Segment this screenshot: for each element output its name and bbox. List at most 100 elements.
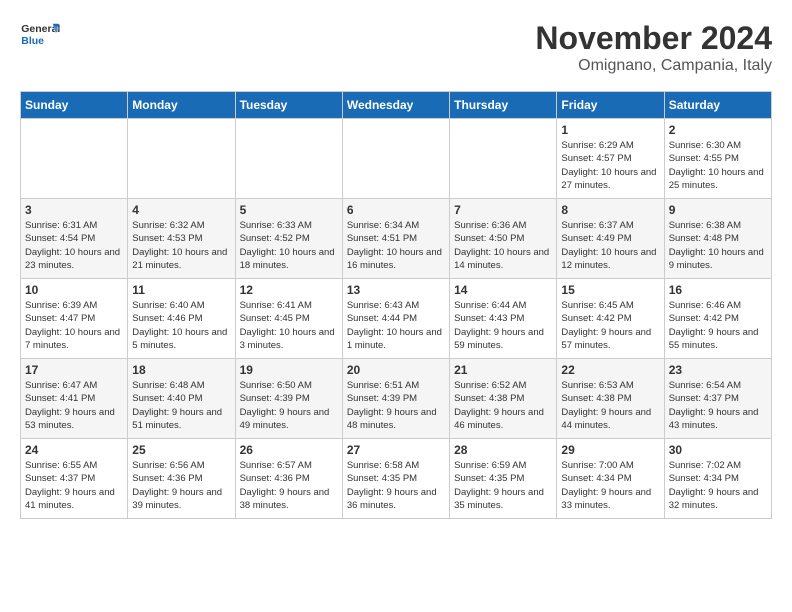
day-number: 1	[561, 123, 659, 137]
day-number: 20	[347, 363, 445, 377]
day-info: Sunrise: 6:41 AM Sunset: 4:45 PM Dayligh…	[240, 299, 338, 352]
day-number: 30	[669, 443, 767, 457]
day-header-friday: Friday	[557, 92, 664, 119]
calendar-week-row: 17 Sunrise: 6:47 AM Sunset: 4:41 PM Dayli…	[21, 359, 772, 439]
calendar-week-row: 10 Sunrise: 6:39 AM Sunset: 4:47 PM Dayli…	[21, 279, 772, 359]
page-header: General Blue November 2024 Omignano, Cam…	[20, 20, 772, 75]
day-info: Sunrise: 6:44 AM Sunset: 4:43 PM Dayligh…	[454, 299, 552, 352]
calendar-cell: 21 Sunrise: 6:52 AM Sunset: 4:38 PM Dayli…	[450, 359, 557, 439]
day-number: 23	[669, 363, 767, 377]
title-area: November 2024 Omignano, Campania, Italy	[535, 20, 772, 75]
day-info: Sunrise: 6:57 AM Sunset: 4:36 PM Dayligh…	[240, 459, 338, 512]
calendar-cell: 24 Sunrise: 6:55 AM Sunset: 4:37 PM Dayli…	[21, 439, 128, 519]
day-info: Sunrise: 6:58 AM Sunset: 4:35 PM Dayligh…	[347, 459, 445, 512]
calendar-cell: 14 Sunrise: 6:44 AM Sunset: 4:43 PM Dayli…	[450, 279, 557, 359]
day-info: Sunrise: 6:59 AM Sunset: 4:35 PM Dayligh…	[454, 459, 552, 512]
day-info: Sunrise: 6:38 AM Sunset: 4:48 PM Dayligh…	[669, 219, 767, 272]
day-info: Sunrise: 6:31 AM Sunset: 4:54 PM Dayligh…	[25, 219, 123, 272]
calendar-cell: 4 Sunrise: 6:32 AM Sunset: 4:53 PM Daylig…	[128, 199, 235, 279]
day-info: Sunrise: 6:48 AM Sunset: 4:40 PM Dayligh…	[132, 379, 230, 432]
day-info: Sunrise: 7:02 AM Sunset: 4:34 PM Dayligh…	[669, 459, 767, 512]
day-info: Sunrise: 6:46 AM Sunset: 4:42 PM Dayligh…	[669, 299, 767, 352]
day-info: Sunrise: 6:55 AM Sunset: 4:37 PM Dayligh…	[25, 459, 123, 512]
day-number: 29	[561, 443, 659, 457]
day-info: Sunrise: 6:36 AM Sunset: 4:50 PM Dayligh…	[454, 219, 552, 272]
day-number: 26	[240, 443, 338, 457]
calendar-cell: 5Sunrise: 6:33 AM Sunset: 4:52 PM Daylig…	[235, 199, 342, 279]
calendar-cell: 29Sunrise: 7:00 AM Sunset: 4:34 PM Dayli…	[557, 439, 664, 519]
calendar-cell: 6 Sunrise: 6:34 AM Sunset: 4:51 PM Daylig…	[342, 199, 449, 279]
day-number: 21	[454, 363, 552, 377]
day-number: 2	[669, 123, 767, 137]
calendar-week-row: 24 Sunrise: 6:55 AM Sunset: 4:37 PM Dayli…	[21, 439, 772, 519]
day-info: Sunrise: 6:51 AM Sunset: 4:39 PM Dayligh…	[347, 379, 445, 432]
day-number: 24	[25, 443, 123, 457]
calendar-cell: 23 Sunrise: 6:54 AM Sunset: 4:37 PM Dayli…	[664, 359, 771, 439]
calendar-cell: 26 Sunrise: 6:57 AM Sunset: 4:36 PM Dayli…	[235, 439, 342, 519]
calendar-cell: 1Sunrise: 6:29 AM Sunset: 4:57 PM Daylig…	[557, 119, 664, 199]
calendar-cell: 27 Sunrise: 6:58 AM Sunset: 4:35 PM Dayli…	[342, 439, 449, 519]
day-number: 17	[25, 363, 123, 377]
day-number: 7	[454, 203, 552, 217]
calendar-cell: 3 Sunrise: 6:31 AM Sunset: 4:54 PM Daylig…	[21, 199, 128, 279]
day-info: Sunrise: 6:43 AM Sunset: 4:44 PM Dayligh…	[347, 299, 445, 352]
logo: General Blue	[20, 20, 60, 50]
calendar-cell: 10 Sunrise: 6:39 AM Sunset: 4:47 PM Dayli…	[21, 279, 128, 359]
location-subtitle: Omignano, Campania, Italy	[535, 57, 772, 75]
calendar-cell: 9 Sunrise: 6:38 AM Sunset: 4:48 PM Daylig…	[664, 199, 771, 279]
day-info: Sunrise: 6:47 AM Sunset: 4:41 PM Dayligh…	[25, 379, 123, 432]
calendar-week-row: 3 Sunrise: 6:31 AM Sunset: 4:54 PM Daylig…	[21, 199, 772, 279]
day-header-sunday: Sunday	[21, 92, 128, 119]
day-number: 13	[347, 283, 445, 297]
day-number: 18	[132, 363, 230, 377]
day-number: 10	[25, 283, 123, 297]
calendar-body: 1Sunrise: 6:29 AM Sunset: 4:57 PM Daylig…	[21, 119, 772, 519]
day-number: 6	[347, 203, 445, 217]
calendar-cell: 7 Sunrise: 6:36 AM Sunset: 4:50 PM Daylig…	[450, 199, 557, 279]
calendar-week-row: 1Sunrise: 6:29 AM Sunset: 4:57 PM Daylig…	[21, 119, 772, 199]
day-info: Sunrise: 6:54 AM Sunset: 4:37 PM Dayligh…	[669, 379, 767, 432]
calendar-cell: 22 Sunrise: 6:53 AM Sunset: 4:38 PM Dayli…	[557, 359, 664, 439]
day-number: 9	[669, 203, 767, 217]
day-number: 14	[454, 283, 552, 297]
calendar-cell	[128, 119, 235, 199]
day-info: Sunrise: 6:53 AM Sunset: 4:38 PM Dayligh…	[561, 379, 659, 432]
day-number: 3	[25, 203, 123, 217]
day-info: Sunrise: 6:39 AM Sunset: 4:47 PM Dayligh…	[25, 299, 123, 352]
day-info: Sunrise: 6:52 AM Sunset: 4:38 PM Dayligh…	[454, 379, 552, 432]
day-header-thursday: Thursday	[450, 92, 557, 119]
day-number: 11	[132, 283, 230, 297]
calendar-cell: 28 Sunrise: 6:59 AM Sunset: 4:35 PM Dayli…	[450, 439, 557, 519]
day-number: 15	[561, 283, 659, 297]
day-number: 27	[347, 443, 445, 457]
day-info: Sunrise: 6:56 AM Sunset: 4:36 PM Dayligh…	[132, 459, 230, 512]
calendar-cell	[21, 119, 128, 199]
day-info: Sunrise: 6:50 AM Sunset: 4:39 PM Dayligh…	[240, 379, 338, 432]
day-header-monday: Monday	[128, 92, 235, 119]
calendar-cell: 8 Sunrise: 6:37 AM Sunset: 4:49 PM Daylig…	[557, 199, 664, 279]
calendar-table: SundayMondayTuesdayWednesdayThursdayFrid…	[20, 91, 772, 519]
day-header-wednesday: Wednesday	[342, 92, 449, 119]
calendar-cell: 19Sunrise: 6:50 AM Sunset: 4:39 PM Dayli…	[235, 359, 342, 439]
day-info: Sunrise: 6:34 AM Sunset: 4:51 PM Dayligh…	[347, 219, 445, 272]
day-info: Sunrise: 6:32 AM Sunset: 4:53 PM Dayligh…	[132, 219, 230, 272]
day-header-tuesday: Tuesday	[235, 92, 342, 119]
day-number: 22	[561, 363, 659, 377]
svg-text:Blue: Blue	[21, 35, 44, 47]
day-info: Sunrise: 6:45 AM Sunset: 4:42 PM Dayligh…	[561, 299, 659, 352]
calendar-cell: 15 Sunrise: 6:45 AM Sunset: 4:42 PM Dayli…	[557, 279, 664, 359]
day-number: 8	[561, 203, 659, 217]
calendar-cell: 16 Sunrise: 6:46 AM Sunset: 4:42 PM Dayli…	[664, 279, 771, 359]
day-info: Sunrise: 6:30 AM Sunset: 4:55 PM Dayligh…	[669, 139, 767, 192]
calendar-cell: 20 Sunrise: 6:51 AM Sunset: 4:39 PM Dayli…	[342, 359, 449, 439]
day-info: Sunrise: 6:37 AM Sunset: 4:49 PM Dayligh…	[561, 219, 659, 272]
day-info: Sunrise: 6:40 AM Sunset: 4:46 PM Dayligh…	[132, 299, 230, 352]
calendar-cell	[450, 119, 557, 199]
day-number: 28	[454, 443, 552, 457]
calendar-cell: 12Sunrise: 6:41 AM Sunset: 4:45 PM Dayli…	[235, 279, 342, 359]
calendar-cell	[342, 119, 449, 199]
day-number: 16	[669, 283, 767, 297]
calendar-cell	[235, 119, 342, 199]
day-number: 4	[132, 203, 230, 217]
day-info: Sunrise: 6:33 AM Sunset: 4:52 PM Dayligh…	[240, 219, 338, 272]
